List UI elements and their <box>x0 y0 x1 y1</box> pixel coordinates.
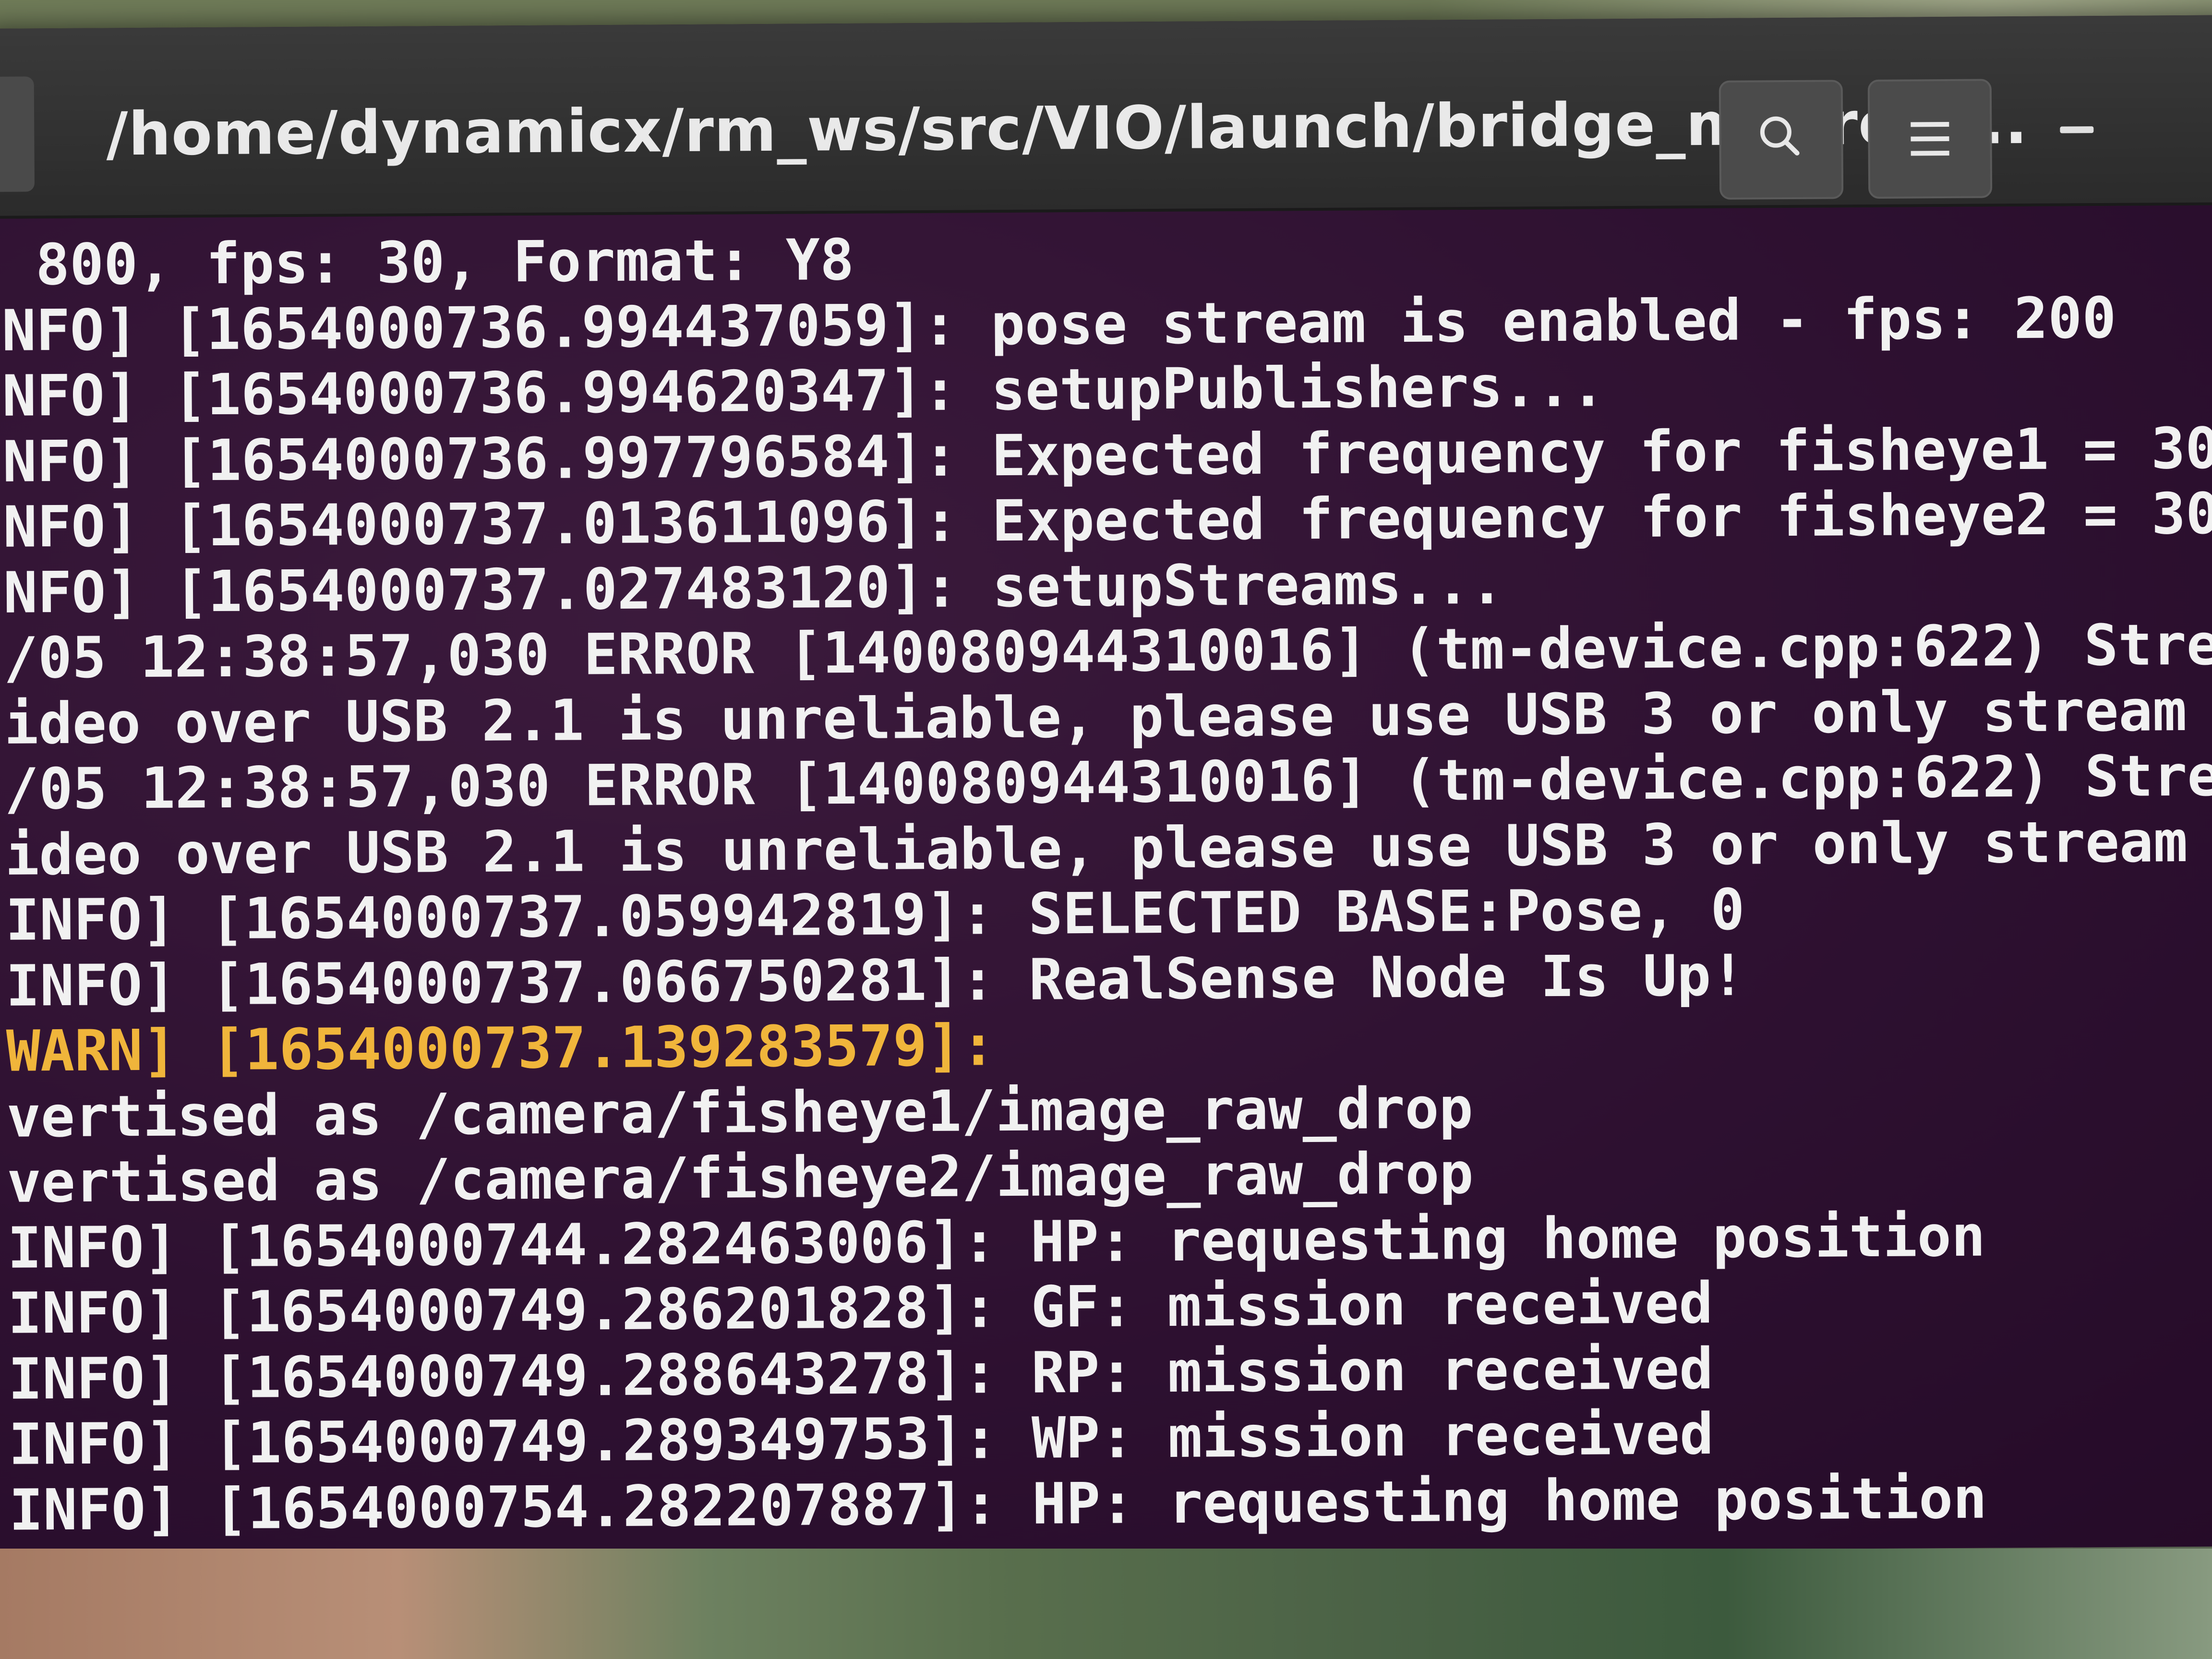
terminal-line: NFO] [1654000736.994437059]: pose stream… <box>1 284 2116 364</box>
hamburger-menu-icon <box>1911 121 1949 156</box>
minimize-icon[interactable] <box>2060 126 2094 133</box>
terminal-line: INFO] [1654000744.282463006]: HP: reques… <box>7 1202 1986 1281</box>
sidebar-stub <box>0 76 35 192</box>
terminal-window: /home/dynamicx/rm_ws/src/VIO/launch/brid… <box>0 15 2212 1560</box>
terminal-line: ideo over USB 2.1 is unreliable, please … <box>5 807 2212 888</box>
header-bar: /home/dynamicx/rm_ws/src/VIO/launch/brid… <box>0 15 2212 219</box>
terminal-output[interactable]: 800, fps: 30, Format: Y8 NFO] [165400073… <box>0 205 2212 1560</box>
terminal-line: INFO] [1654000754.282207887]: HP: reques… <box>9 1465 1987 1543</box>
terminal-line: NFO] [1654000737.013611096]: Expected fr… <box>2 479 2212 560</box>
desktop-wallpaper-strip <box>0 1549 2212 1659</box>
search-button[interactable] <box>1719 80 1844 200</box>
search-icon <box>1760 116 1800 156</box>
menu-button[interactable] <box>1867 79 1993 199</box>
